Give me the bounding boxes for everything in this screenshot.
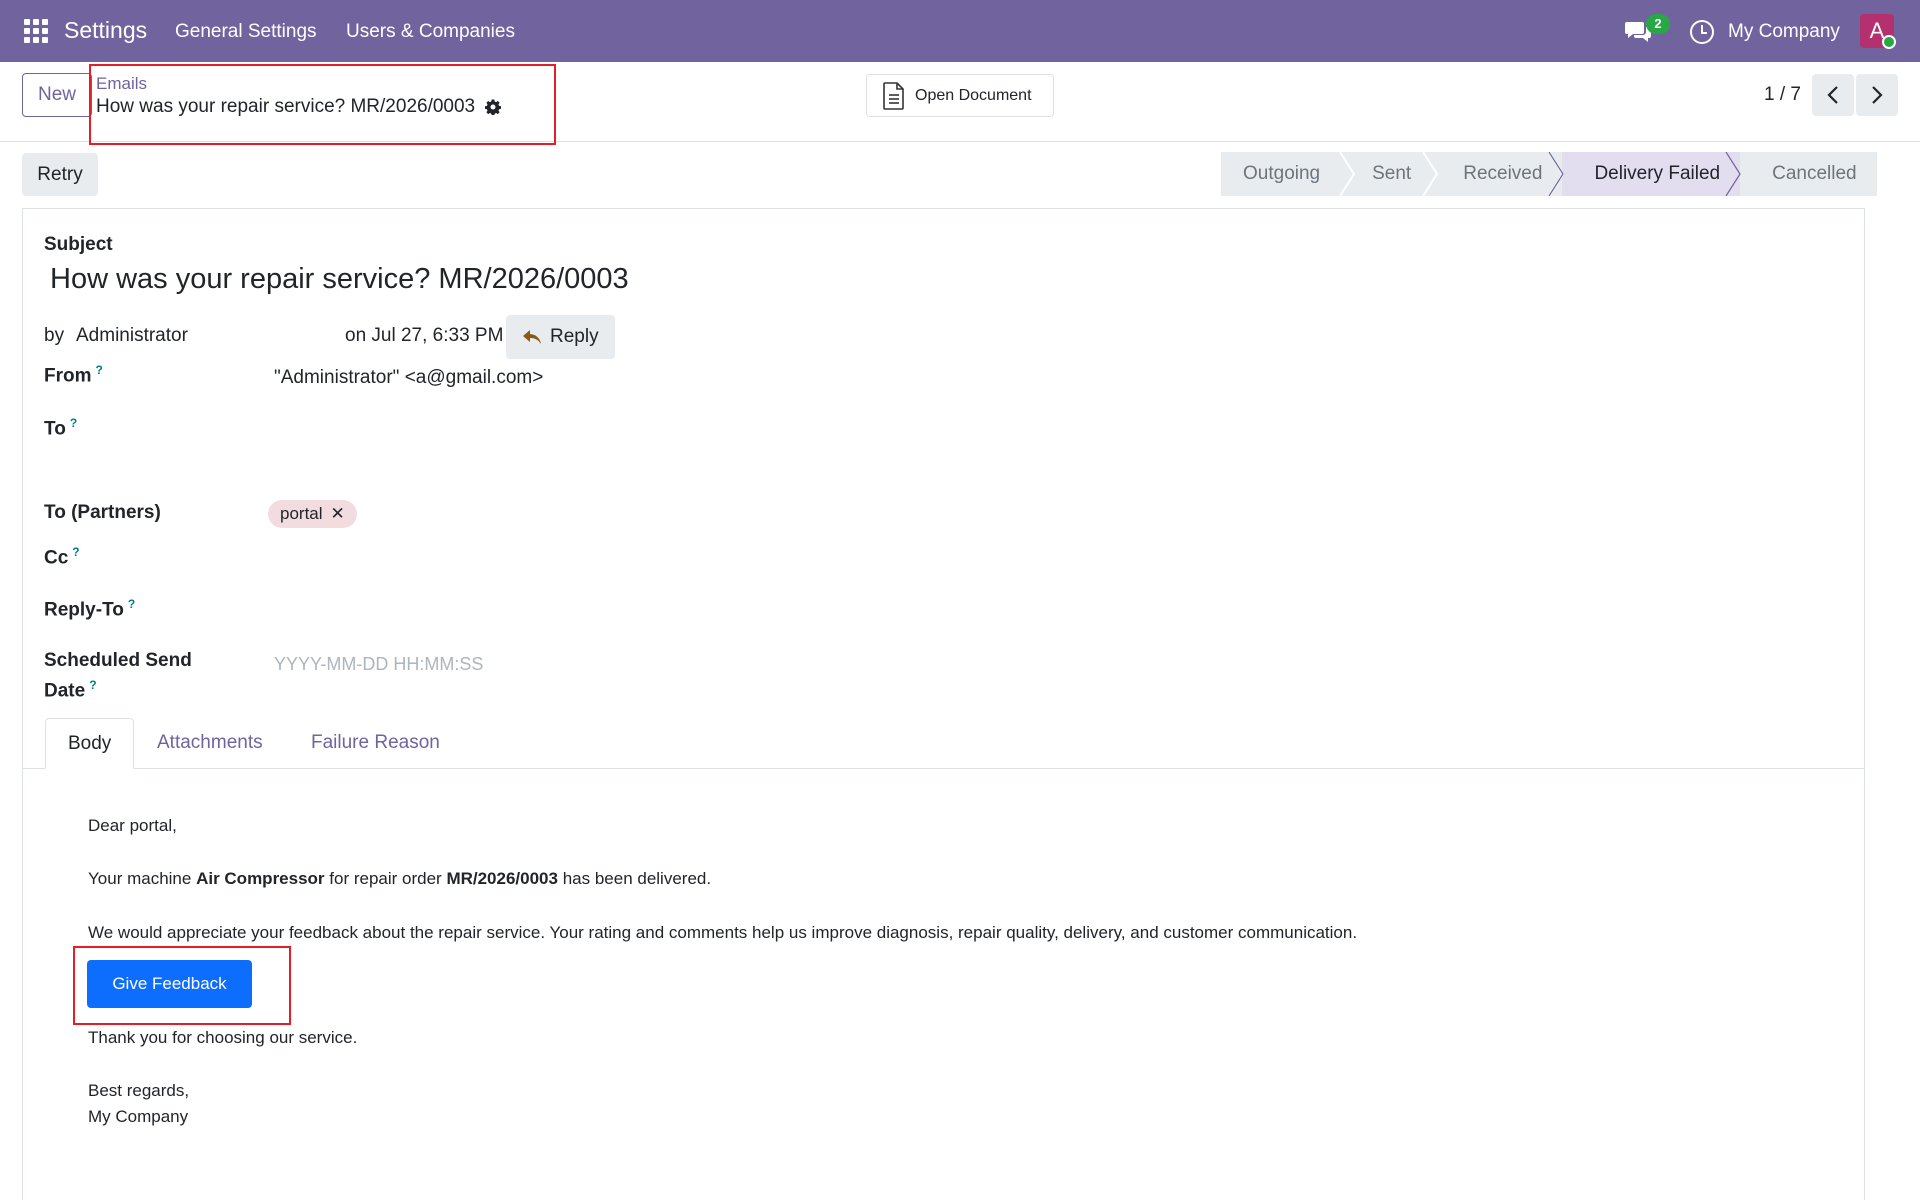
- open-document-button[interactable]: Open Document: [866, 74, 1054, 117]
- gear-icon[interactable]: [485, 99, 502, 115]
- body-line1-mid: for repair order: [324, 869, 447, 888]
- scheduled-label: Scheduled Send: [44, 650, 192, 671]
- body-line1-pre: Your machine: [88, 869, 197, 888]
- subject-value[interactable]: How was your repair service? MR/2026/000…: [50, 263, 629, 296]
- app-name[interactable]: Settings: [64, 17, 147, 44]
- remove-tag-icon[interactable]: ✕: [331, 500, 345, 528]
- new-button[interactable]: New: [22, 73, 92, 117]
- body-signature: My Company: [88, 1107, 189, 1126]
- partner-tag: portal ✕: [268, 500, 357, 528]
- open-document-label: Open Document: [915, 86, 1032, 104]
- breadcrumb-parent-link[interactable]: Emails: [96, 74, 147, 94]
- reply-to-help-icon[interactable]: ?: [128, 597, 135, 611]
- pager-next-button[interactable]: [1856, 74, 1898, 116]
- cc-label: Cc?: [44, 545, 80, 569]
- subject-label: Subject: [44, 234, 113, 255]
- give-feedback-button[interactable]: Give Feedback: [87, 960, 252, 1008]
- repair-order-ref: MR/2026/0003: [446, 869, 558, 888]
- from-label: From?: [44, 363, 103, 387]
- company-switcher[interactable]: My Company: [1728, 21, 1840, 43]
- message-date: on Jul 27, 6:33 PM: [345, 325, 504, 346]
- cc-help-icon[interactable]: ?: [72, 545, 79, 559]
- tab-attachments[interactable]: Attachments: [135, 718, 285, 769]
- chat-count-badge: 2: [1646, 14, 1670, 34]
- by-label: by: [44, 325, 65, 346]
- reply-button[interactable]: Reply: [506, 315, 615, 359]
- scheduled-date-input[interactable]: YYYY-MM-DD HH:MM:SS: [274, 654, 483, 675]
- author-name[interactable]: Administrator: [76, 325, 188, 347]
- apps-grid-icon[interactable]: [24, 19, 48, 43]
- breadcrumb-current: How was your repair service? MR/2026/000…: [96, 96, 502, 118]
- from-label-text: From: [44, 365, 92, 387]
- scheduled-help-icon[interactable]: ?: [89, 678, 96, 692]
- body-greeting: Dear portal,: [88, 816, 177, 835]
- status-chevrons: [1339, 152, 1741, 196]
- scheduled-label-date: Date?: [44, 678, 97, 702]
- reply-label: Reply: [550, 326, 599, 347]
- body-line-delivered: Your machine Air Compressor for repair o…: [88, 869, 711, 889]
- retry-button[interactable]: Retry: [22, 153, 98, 196]
- reply-icon: [523, 330, 541, 344]
- to-label-text: To: [44, 418, 66, 440]
- tab-failure-reason[interactable]: Failure Reason: [289, 718, 462, 769]
- top-navbar: Settings General Settings Users & Compan…: [0, 0, 1920, 62]
- pager-previous-button[interactable]: [1812, 74, 1854, 116]
- partner-tag-label: portal: [280, 504, 323, 523]
- chevron-right-icon: [1872, 86, 1883, 104]
- document-icon: [883, 81, 904, 110]
- body-regards: Best regards,: [88, 1081, 190, 1100]
- menu-general-settings[interactable]: General Settings: [175, 21, 317, 43]
- form-sheet: [22, 208, 1865, 1200]
- to-label: To?: [44, 416, 77, 440]
- body-feedback-request: We would appreciate your feedback about …: [88, 923, 1358, 942]
- pager-value[interactable]: 1 / 7: [1764, 84, 1801, 106]
- from-value[interactable]: "Administrator" <a@gmail.com>: [274, 367, 543, 389]
- chevron-left-icon: [1827, 86, 1838, 104]
- to-partners-label: To (Partners): [44, 502, 161, 523]
- tab-body[interactable]: Body: [45, 718, 135, 769]
- machine-name: Air Compressor: [196, 869, 325, 888]
- to-help-icon[interactable]: ?: [70, 416, 77, 430]
- scheduled-label-date-text: Date: [44, 680, 86, 702]
- body-thanks: Thank you for choosing our service.: [88, 1028, 358, 1047]
- cc-label-text: Cc: [44, 547, 69, 569]
- control-panel: New Emails How was your repair service? …: [0, 62, 1920, 145]
- reply-to-label-text: Reply-To: [44, 599, 124, 621]
- reply-to-label: Reply-To?: [44, 597, 135, 621]
- breadcrumb-current-label: How was your repair service? MR/2026/000…: [96, 96, 476, 117]
- online-status-dot: [1882, 35, 1896, 49]
- body-line1-post: has been delivered.: [557, 869, 712, 888]
- menu-users-companies[interactable]: Users & Companies: [346, 21, 515, 43]
- clock-icon[interactable]: [1690, 20, 1714, 44]
- from-help-icon[interactable]: ?: [96, 363, 103, 377]
